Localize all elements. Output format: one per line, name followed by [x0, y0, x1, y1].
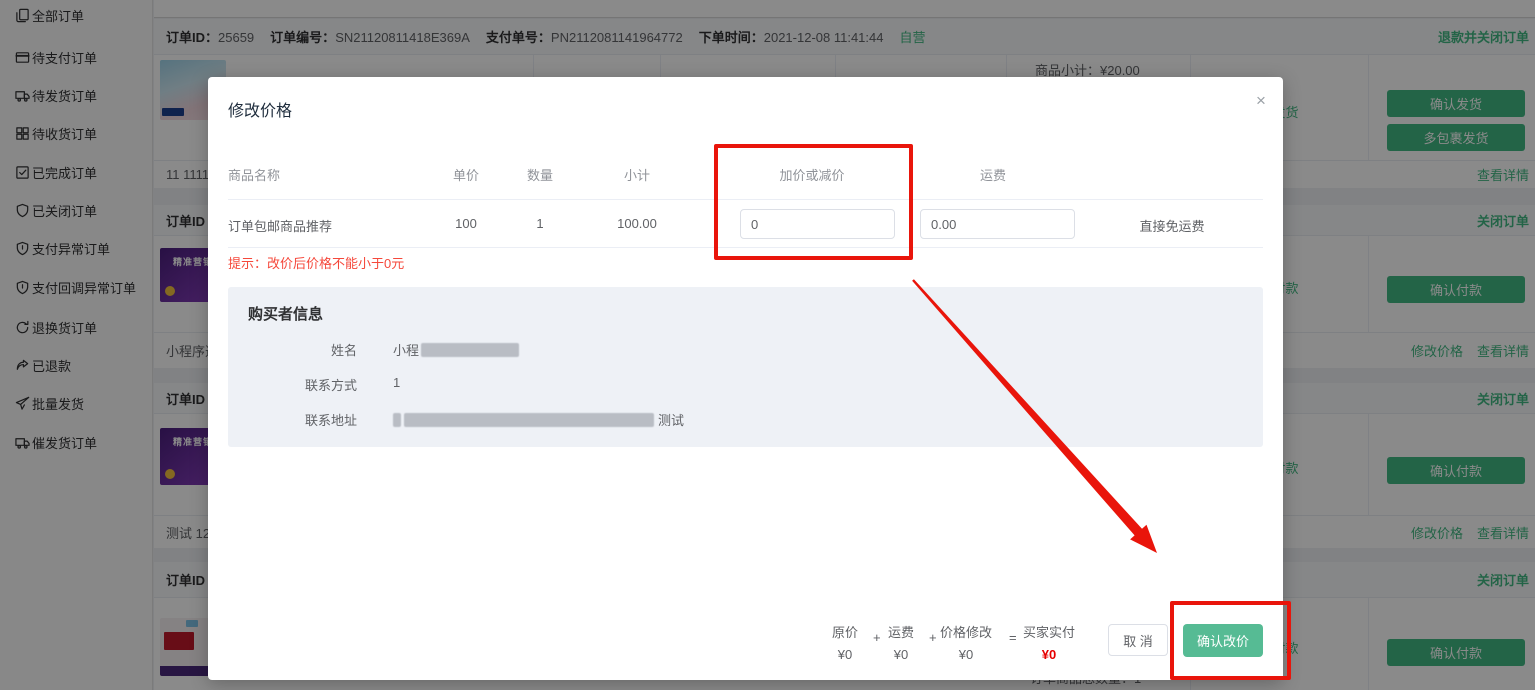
col-quantity: 数量	[512, 165, 568, 184]
close-icon[interactable]: ×	[1256, 91, 1266, 111]
unit-price-cell: 100	[438, 216, 494, 231]
redacted-block	[393, 413, 401, 427]
name-label: 姓名	[248, 340, 357, 359]
address-value: 测试	[393, 410, 684, 429]
redacted-block	[421, 343, 519, 357]
buyer-pays-value: ¥0	[1009, 647, 1089, 662]
order-admin-page: 全部订单 待支付订单 待发货订单 待收货订单 已完成订单 已关闭订单 支付异常订…	[0, 0, 1535, 690]
confirm-price-change-button[interactable]: 确认改价	[1183, 624, 1263, 657]
quantity-cell: 1	[512, 216, 568, 231]
subtotal-cell: 100.00	[603, 216, 671, 231]
free-shipping-label: 直接免运费	[1112, 216, 1232, 235]
cancel-button[interactable]: 取 消	[1108, 624, 1168, 656]
buyer-info-title: 购买者信息	[248, 303, 323, 324]
phone-value: 1	[393, 375, 400, 390]
shipping-fee-input[interactable]	[920, 209, 1075, 239]
modify-price-modal: 修改价格 × 商品名称 单价 数量 小计 加价或减价 运费 订单包邮商品推荐 1…	[208, 77, 1283, 680]
col-unit-price: 单价	[438, 165, 494, 184]
adjust-price-input[interactable]	[740, 209, 895, 239]
name-value: 小程	[393, 340, 519, 359]
price-tip-text: 提示：改价后价格不能小于0元	[228, 253, 404, 272]
summary-modified: 价格修改¥0	[926, 622, 1006, 662]
col-adjust-price: 加价或减价	[752, 165, 872, 184]
summary-original: 原价¥0	[815, 622, 875, 662]
col-shipping-fee: 运费	[953, 165, 1033, 184]
address-label: 联系地址	[248, 410, 357, 429]
redacted-block	[404, 413, 654, 427]
product-name-cell: 订单包邮商品推荐	[228, 216, 332, 235]
summary-shipping: 运费¥0	[871, 622, 931, 662]
col-product-name: 商品名称	[228, 165, 280, 184]
phone-label: 联系方式	[248, 375, 357, 394]
buyer-info-panel: 购买者信息 姓名 小程 联系方式 1 联系地址 测试	[228, 287, 1263, 447]
col-subtotal: 小计	[603, 165, 671, 184]
summary-buyer-pays: 买家实付 ¥0	[1009, 622, 1089, 662]
modal-title: 修改价格	[228, 97, 292, 121]
